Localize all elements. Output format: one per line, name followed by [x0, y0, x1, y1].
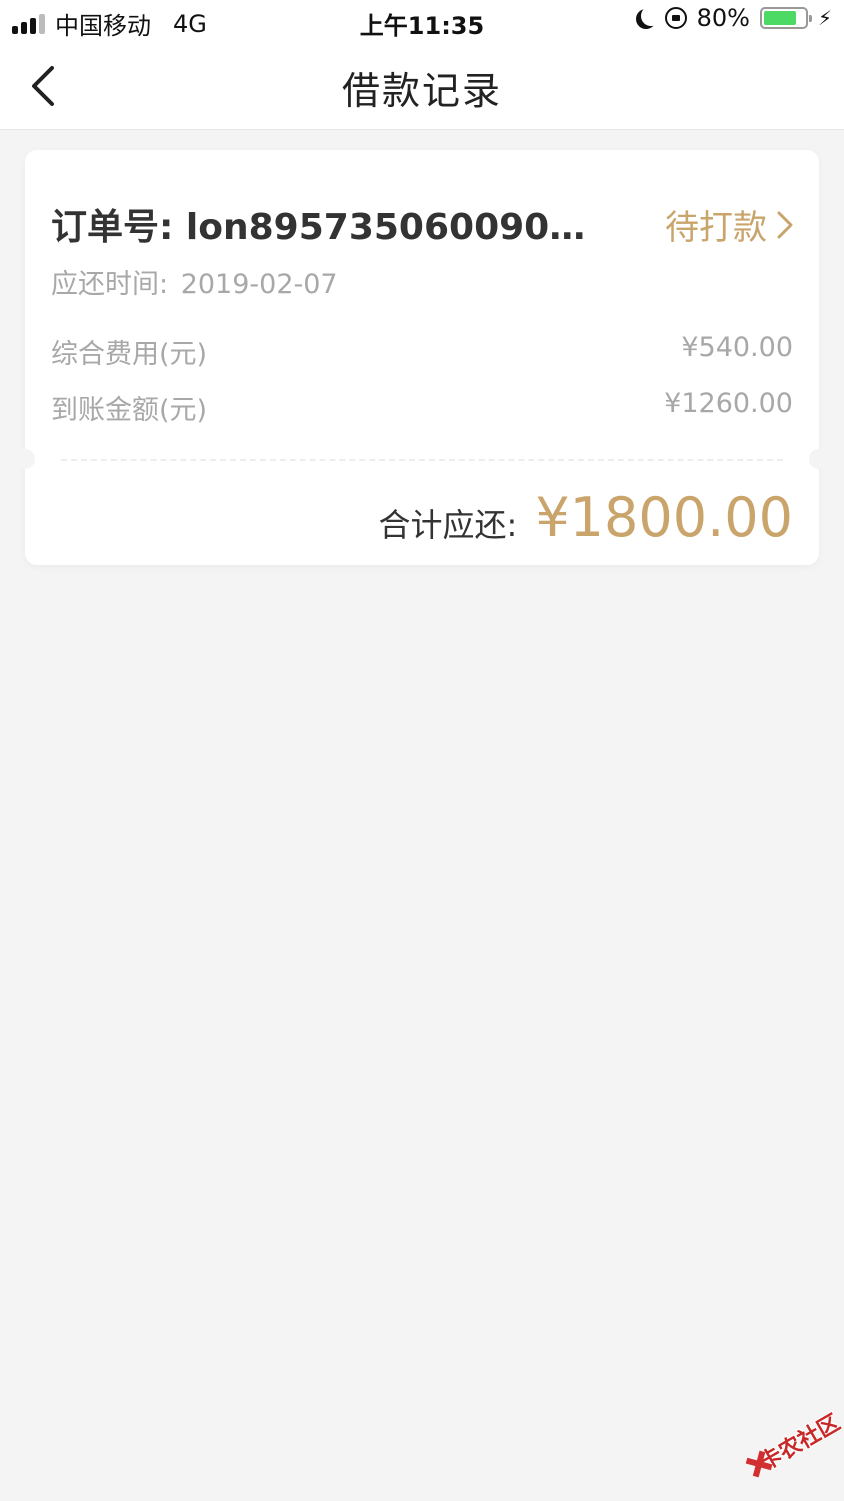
due-date-value: 2019-02-07 [180, 269, 338, 300]
do-not-disturb-icon [641, 6, 661, 26]
cellular-signal-icon [12, 13, 45, 34]
back-button[interactable] [20, 60, 72, 112]
total-label: 合计应还: [378, 506, 518, 544]
fee-row-received: 到账金额(元) ¥1260.00 [51, 388, 793, 428]
total-value: ¥1800.00 [535, 486, 793, 549]
network-type: 4G [173, 9, 207, 38]
page-title: 借款记录 [341, 69, 502, 113]
charging-icon: ⚡ [817, 6, 832, 30]
order-status-label: 待打款 [665, 208, 767, 248]
watermark-logo-icon [740, 1454, 763, 1483]
fee-value: ¥540.00 [681, 332, 793, 363]
battery-level [763, 11, 796, 25]
status-bar: 中国移动 4G 上午11:35 80% ⚡ [0, 0, 844, 42]
nav-bar: 借款记录 [0, 42, 844, 130]
due-date-row: 应还时间: 2019-02-07 [51, 262, 338, 301]
order-row: 订单号: lon895735060090… 待打款 [51, 198, 795, 250]
loan-record-card[interactable]: 订单号: lon895735060090… 待打款 应还时间: 2019-02-… [15, 150, 829, 565]
ticket-notch-right [809, 449, 829, 469]
fee-row-comprehensive: 综合费用(元) ¥540.00 [51, 332, 793, 372]
ticket-notch-left [15, 449, 35, 469]
fee-label: 综合费用(元) [51, 339, 208, 370]
fee-value: ¥1260.00 [664, 388, 793, 419]
carrier-name: 中国移动 [55, 12, 151, 40]
fee-label: 到账金额(元) [51, 395, 208, 426]
dashed-divider [61, 459, 783, 461]
battery-icon [759, 7, 812, 29]
orientation-lock-icon [664, 7, 687, 29]
chevron-left-icon [32, 66, 54, 106]
total-row: 合计应还: ¥1800.00 [379, 486, 793, 549]
chevron-right-icon [777, 211, 793, 238]
due-date-label: 应还时间: [51, 269, 169, 300]
status-left: 中国移动 4G [12, 6, 207, 41]
card-top: 订单号: lon895735060090… 待打款 应还时间: 2019-02-… [25, 150, 819, 460]
order-status-link[interactable]: 待打款 [665, 200, 795, 249]
status-right: 80% ⚡ [635, 4, 832, 32]
watermark: 卡农社区 [729, 1389, 844, 1501]
battery-percent: 80% [696, 4, 750, 32]
order-number: 订单号: lon895735060090… [51, 207, 586, 248]
